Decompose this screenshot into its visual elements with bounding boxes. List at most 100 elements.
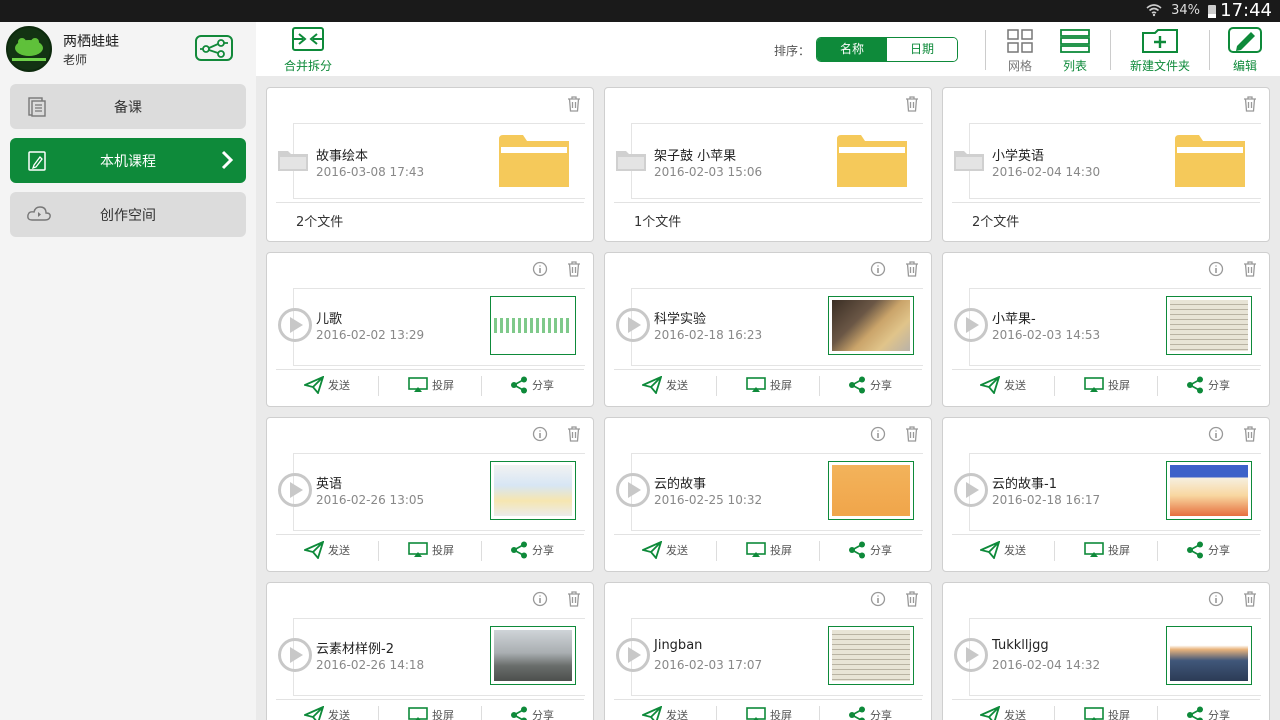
send-button[interactable]: 发送	[304, 704, 350, 720]
course-card[interactable]: 科学实验 2016-02-18 16:23 发送 投屏 分享	[604, 252, 932, 407]
cast-button[interactable]: 投屏	[1084, 704, 1130, 720]
cast-button[interactable]: 投屏	[1084, 539, 1130, 561]
trash-icon[interactable]	[905, 96, 919, 112]
cast-button[interactable]: 投屏	[1084, 374, 1130, 396]
share-button[interactable]: 分享	[510, 704, 554, 720]
trash-icon[interactable]	[905, 591, 919, 607]
edit-pencil-icon	[1228, 27, 1262, 53]
course-card[interactable]: Jingban 2016-02-03 17:07 发送 投屏 分享	[604, 582, 932, 720]
trash-icon[interactable]	[1243, 96, 1257, 112]
trash-icon[interactable]	[1243, 591, 1257, 607]
avatar[interactable]	[6, 26, 52, 72]
share-button[interactable]: 分享	[510, 539, 554, 561]
folder-card[interactable]: 故事绘本 2016-03-08 17:43 2个文件	[266, 87, 594, 242]
trash-icon[interactable]	[567, 426, 581, 442]
trash-icon[interactable]	[567, 96, 581, 112]
thumbnail-image	[494, 300, 572, 351]
send-button[interactable]: 发送	[980, 704, 1026, 720]
edit-button[interactable]: 编辑	[1226, 26, 1264, 74]
thumbnail-image	[832, 630, 910, 681]
sidebar-item-local-courses[interactable]: 本机课程	[10, 138, 246, 183]
connect-share-button[interactable]	[195, 35, 233, 61]
grid-view-button[interactable]: 网格	[1004, 28, 1036, 74]
cast-button[interactable]: 投屏	[408, 704, 454, 720]
info-icon[interactable]	[532, 261, 548, 277]
course-card[interactable]: 云的故事-1 2016-02-18 16:17 发送 投屏 分享	[942, 417, 1270, 572]
cast-button[interactable]: 投屏	[408, 374, 454, 396]
play-icon[interactable]	[615, 307, 651, 343]
cast-button[interactable]: 投屏	[746, 539, 792, 561]
course-actions: 发送 投屏 分享	[267, 539, 593, 561]
sidebar-item-prepare[interactable]: 备课	[10, 84, 246, 129]
play-icon[interactable]	[277, 637, 313, 673]
cast-screen-icon	[1084, 377, 1104, 392]
course-card[interactable]: 云素材样例-2 2016-02-26 14:18 发送 投屏 分享	[266, 582, 594, 720]
play-icon[interactable]	[277, 307, 313, 343]
info-icon[interactable]	[1208, 591, 1224, 607]
cast-button[interactable]: 投屏	[408, 539, 454, 561]
trash-icon[interactable]	[567, 261, 581, 277]
sort-by-name-button[interactable]: 名称	[817, 38, 887, 61]
play-icon[interactable]	[953, 637, 989, 673]
sidebar-item-creative-space[interactable]: 创作空间	[10, 192, 246, 237]
send-button[interactable]: 发送	[642, 374, 688, 396]
divider	[716, 541, 717, 561]
info-icon[interactable]	[870, 426, 886, 442]
merge-split-label: 合并拆分	[283, 59, 332, 73]
trash-icon[interactable]	[1243, 261, 1257, 277]
info-icon[interactable]	[1208, 261, 1224, 277]
send-label: 发送	[1004, 379, 1026, 392]
divider	[1054, 706, 1055, 720]
folder-card[interactable]: 小学英语 2016-02-04 14:30 2个文件	[942, 87, 1270, 242]
send-button[interactable]: 发送	[642, 539, 688, 561]
send-button[interactable]: 发送	[642, 704, 688, 720]
cast-button[interactable]: 投屏	[746, 704, 792, 720]
folder-card[interactable]: 架子鼓 小苹果 2016-02-03 15:06 1个文件	[604, 87, 932, 242]
trash-icon[interactable]	[1243, 426, 1257, 442]
play-icon[interactable]	[615, 472, 651, 508]
merge-split-icon	[292, 27, 324, 51]
play-icon[interactable]	[277, 472, 313, 508]
share-button[interactable]: 分享	[848, 704, 892, 720]
new-folder-button[interactable]: 新建文件夹	[1124, 28, 1196, 74]
divider	[952, 202, 1260, 203]
divider	[276, 699, 584, 700]
info-icon[interactable]	[532, 591, 548, 607]
trash-icon[interactable]	[567, 591, 581, 607]
course-thumbnail	[828, 626, 914, 685]
course-card[interactable]: 英语 2016-02-26 13:05 发送 投屏 分享	[266, 417, 594, 572]
play-icon[interactable]	[953, 307, 989, 343]
course-card[interactable]: 儿歌 2016-02-02 13:29 发送 投屏 分享	[266, 252, 594, 407]
sort-by-date-button[interactable]: 日期	[887, 38, 957, 61]
send-icon	[304, 541, 324, 559]
send-button[interactable]: 发送	[980, 539, 1026, 561]
info-icon[interactable]	[1208, 426, 1224, 442]
share-button[interactable]: 分享	[848, 539, 892, 561]
send-label: 发送	[666, 709, 688, 720]
merge-split-button[interactable]: 合并拆分	[282, 26, 334, 74]
send-button[interactable]: 发送	[304, 539, 350, 561]
share-button[interactable]: 分享	[510, 374, 554, 396]
send-icon	[980, 706, 1000, 720]
share-button[interactable]: 分享	[1186, 539, 1230, 561]
send-button[interactable]: 发送	[304, 374, 350, 396]
course-card[interactable]: 云的故事 2016-02-25 10:32 发送 投屏 分享	[604, 417, 932, 572]
trash-icon[interactable]	[905, 261, 919, 277]
send-button[interactable]: 发送	[980, 374, 1026, 396]
user-role: 老师	[63, 53, 88, 67]
course-title: Tukklljgg	[992, 638, 1049, 653]
course-card[interactable]: 小苹果- 2016-02-03 14:53 发送 投屏 分享	[942, 252, 1270, 407]
course-card[interactable]: Tukklljgg 2016-02-04 14:32 发送 投屏 分享	[942, 582, 1270, 720]
cast-button[interactable]: 投屏	[746, 374, 792, 396]
info-icon[interactable]	[532, 426, 548, 442]
trash-icon[interactable]	[905, 426, 919, 442]
play-icon[interactable]	[615, 637, 651, 673]
folder-title: 架子鼓 小苹果	[654, 149, 737, 164]
list-view-button[interactable]: 列表	[1058, 28, 1092, 74]
share-button[interactable]: 分享	[1186, 704, 1230, 720]
share-button[interactable]: 分享	[848, 374, 892, 396]
play-icon[interactable]	[953, 472, 989, 508]
share-button[interactable]: 分享	[1186, 374, 1230, 396]
info-icon[interactable]	[870, 261, 886, 277]
info-icon[interactable]	[870, 591, 886, 607]
